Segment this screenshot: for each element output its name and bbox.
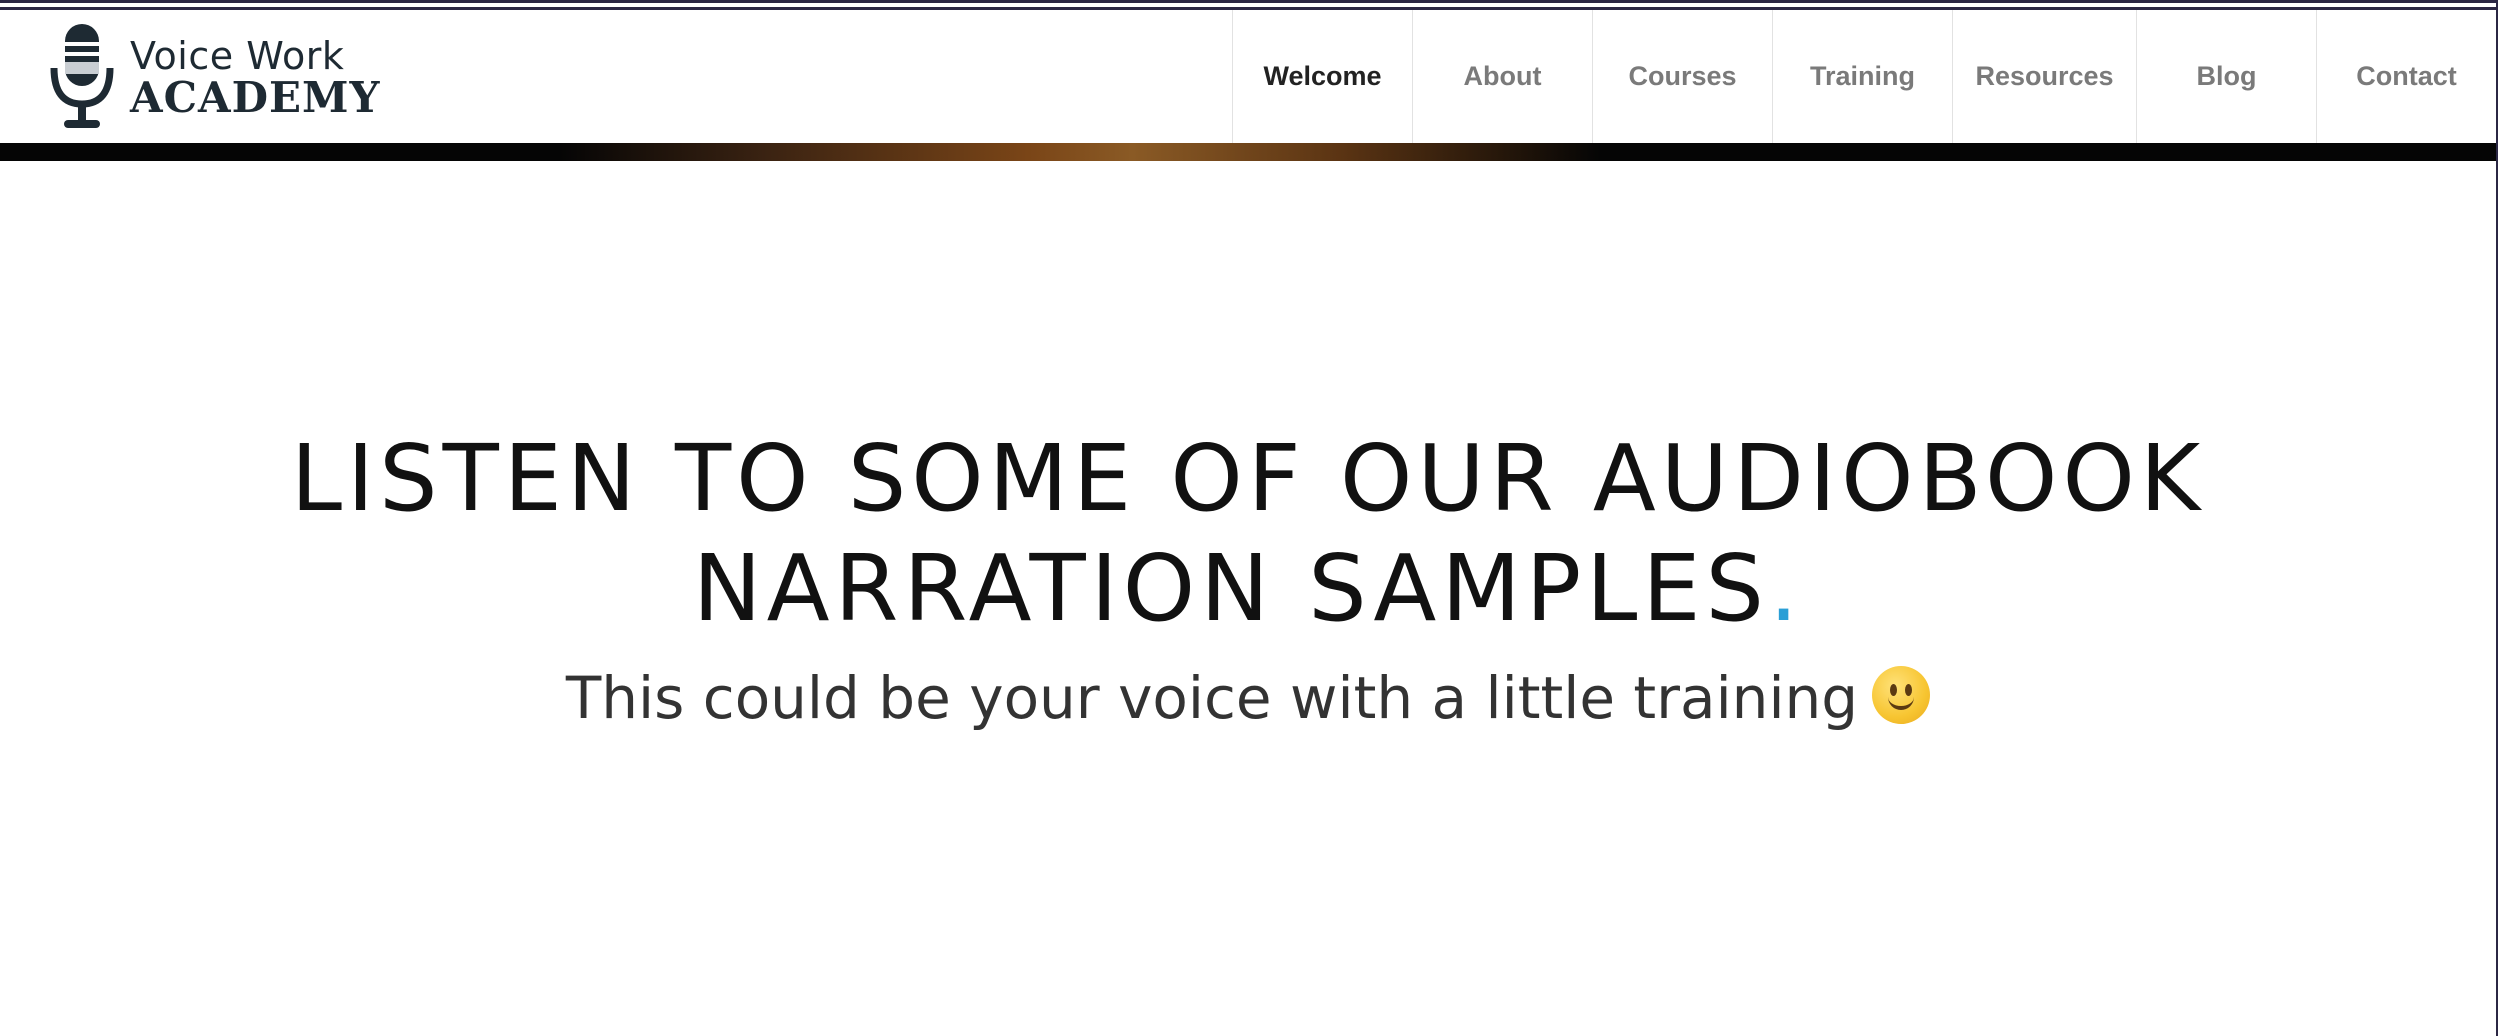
window-right-border	[2496, 0, 2519, 1036]
nav-item-training[interactable]: Training	[1772, 10, 1952, 143]
headline-line-1: LISTEN TO SOME OF OUR AUDIOBOOK	[290, 425, 2206, 532]
nav-item-courses[interactable]: Courses	[1592, 10, 1772, 143]
page-subtitle: This could be your voice with a little t…	[0, 664, 2496, 732]
smiley-face-icon	[1872, 666, 1931, 724]
nav-item-contact[interactable]: Contact	[2316, 10, 2496, 143]
site-header: Voice Work ACADEMY Welcome About Courses…	[0, 10, 2496, 143]
nav-item-blog[interactable]: Blog	[2136, 10, 2316, 143]
window-top-border	[0, 0, 2519, 10]
nav-item-welcome[interactable]: Welcome	[1232, 10, 1412, 143]
nav-item-resources[interactable]: Resources	[1952, 10, 2136, 143]
headline-line-2: NARRATION SAMPLES	[692, 535, 1769, 642]
site-logo[interactable]: Voice Work ACADEMY	[48, 22, 381, 134]
microphone-icon	[50, 24, 114, 128]
logo-text-academy: ACADEMY	[130, 73, 381, 122]
nav-item-about[interactable]: About	[1412, 10, 1592, 143]
hero-image-glow	[560, 143, 1600, 161]
subtitle-text: This could be your voice with a little t…	[565, 664, 1859, 732]
page-headline: LISTEN TO SOME OF OUR AUDIOBOOK NARRATIO…	[0, 424, 2496, 644]
main-navigation: Welcome About Courses Training Resources…	[1232, 10, 2496, 143]
headline-accent-dot: .	[1768, 535, 1804, 642]
logo-text-voice-work: Voice Work	[130, 34, 345, 78]
hero-image-strip	[0, 143, 2519, 161]
